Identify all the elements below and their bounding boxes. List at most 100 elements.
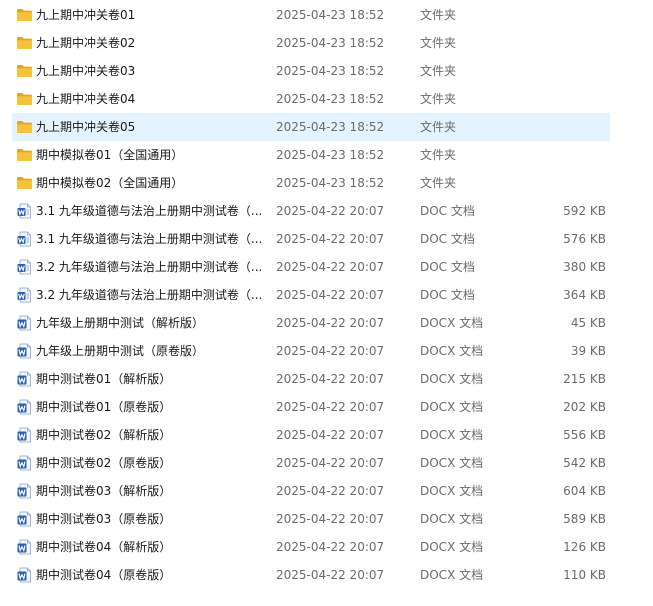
file-modified-date: 2025-04-23 18:52 [276,64,385,78]
file-name: 期中模拟卷01（全国通用） [36,148,184,162]
word-docx-icon [16,483,33,499]
file-type: 文件夹 [420,64,457,78]
file-row[interactable]: 期中测试卷01（原卷版） 2025-04-22 20:07 DOCX 文档 202 K… [12,393,610,421]
word-doc-icon [16,287,33,303]
file-type: DOCX 文档 [420,428,484,442]
file-type: DOCX 文档 [420,400,484,414]
word-docx-icon [16,455,33,471]
file-modified-date: 2025-04-22 20:07 [276,484,385,498]
file-size: 110 KB [563,568,606,582]
file-type: DOCX 文档 [420,316,484,330]
word-docx-icon [16,567,33,583]
file-type: 文件夹 [420,92,457,106]
word-docx-icon [16,539,33,555]
file-size: 39 KB [570,344,606,358]
file-name: 3.1 九年级道德与法治上册期中测试卷（... [36,204,263,218]
file-type: DOCX 文档 [420,344,484,358]
file-name: 九上期中冲关卷05 [36,120,136,134]
file-row[interactable]: 九上期中冲关卷01 2025-04-23 18:52 文件夹 [12,1,610,29]
file-row[interactable]: 期中测试卷03（原卷版） 2025-04-22 20:07 DOCX 文档 589 K… [12,505,610,533]
file-row[interactable]: 期中测试卷04（原卷版） 2025-04-22 20:07 DOCX 文档 110 K… [12,561,610,589]
file-type: 文件夹 [420,36,457,50]
file-type: 文件夹 [420,120,457,134]
file-name: 3.2 九年级道德与法治上册期中测试卷（... [36,260,263,274]
file-name: 期中测试卷03（原卷版） [36,512,172,526]
file-modified-date: 2025-04-22 20:07 [276,288,385,302]
file-size: 380 KB [563,260,606,274]
file-row[interactable]: 九年级上册期中测试（解析版） 2025-04-22 20:07 DOCX 文档 45 … [12,309,610,337]
file-modified-date: 2025-04-22 20:07 [276,400,385,414]
file-row[interactable]: 九上期中冲关卷05 2025-04-23 18:52 文件夹 [12,113,610,141]
file-name: 期中测试卷02（原卷版） [36,456,172,470]
file-name: 九上期中冲关卷01 [36,8,136,22]
file-size: 556 KB [563,428,606,442]
word-docx-icon [16,315,33,331]
file-type: DOCX 文档 [420,456,484,470]
file-size: 592 KB [563,204,606,218]
file-row[interactable]: 3.1 九年级道德与法治上册期中测试卷（... 2025-04-22 20:07 D… [12,197,610,225]
file-modified-date: 2025-04-22 20:07 [276,372,385,386]
file-modified-date: 2025-04-23 18:52 [276,8,385,22]
file-modified-date: 2025-04-23 18:52 [276,92,385,106]
file-row[interactable]: 期中测试卷03（解析版） 2025-04-22 20:07 DOCX 文档 604 K… [12,477,610,505]
file-row[interactable]: 九年级上册期中测试（原卷版） 2025-04-22 20:07 DOCX 文档 39 … [12,337,610,365]
word-docx-icon [16,399,33,415]
word-docx-icon [16,427,33,443]
file-row[interactable]: 九上期中冲关卷02 2025-04-23 18:52 文件夹 [12,29,610,57]
folder-icon [16,175,33,191]
file-name: 九上期中冲关卷04 [36,92,136,106]
file-type: DOCX 文档 [420,540,484,554]
file-size: 542 KB [563,456,606,470]
file-name: 九年级上册期中测试（原卷版） [36,344,205,358]
folder-icon [16,119,33,135]
file-modified-date: 2025-04-22 20:07 [276,232,385,246]
file-row[interactable]: 九上期中冲关卷04 2025-04-23 18:52 文件夹 [12,85,610,113]
file-size: 604 KB [563,484,606,498]
file-type: DOC 文档 [420,288,475,302]
file-row[interactable]: 期中测试卷02（解析版） 2025-04-22 20:07 DOCX 文档 556 K… [12,421,610,449]
file-type: DOCX 文档 [420,568,484,582]
file-name: 期中测试卷01（解析版） [36,372,172,386]
file-modified-date: 2025-04-22 20:07 [276,316,385,330]
folder-icon [16,91,33,107]
file-row[interactable]: 九上期中冲关卷03 2025-04-23 18:52 文件夹 [12,57,610,85]
file-modified-date: 2025-04-22 20:07 [276,456,385,470]
file-modified-date: 2025-04-22 20:07 [276,260,385,274]
file-type: DOCX 文档 [420,512,484,526]
file-name: 期中测试卷02（解析版） [36,428,172,442]
file-type: 文件夹 [420,176,457,190]
word-doc-icon [16,259,33,275]
file-name: 九年级上册期中测试（解析版） [36,316,205,330]
folder-icon [16,63,33,79]
file-list: 九上期中冲关卷01 2025-04-23 18:52 文件夹 九上期中冲关卷02 20… [0,0,653,589]
file-row[interactable]: 期中测试卷02（原卷版） 2025-04-22 20:07 DOCX 文档 542 K… [12,449,610,477]
file-modified-date: 2025-04-22 20:07 [276,204,385,218]
file-row[interactable]: 3.2 九年级道德与法治上册期中测试卷（... 2025-04-22 20:07 D… [12,253,610,281]
file-row[interactable]: 3.1 九年级道德与法治上册期中测试卷（... 2025-04-22 20:07 D… [12,225,610,253]
folder-icon [16,7,33,23]
file-row[interactable]: 期中测试卷01（解析版） 2025-04-22 20:07 DOCX 文档 215 K… [12,365,610,393]
file-name: 期中测试卷04（原卷版） [36,568,172,582]
word-doc-icon [16,203,33,219]
folder-icon [16,35,33,51]
file-type: DOCX 文档 [420,484,484,498]
folder-icon [16,147,33,163]
file-row[interactable]: 期中模拟卷01（全国通用） 2025-04-23 18:52 文件夹 [12,141,610,169]
file-size: 45 KB [570,316,606,330]
file-modified-date: 2025-04-22 20:07 [276,344,385,358]
file-row[interactable]: 期中模拟卷02（全国通用） 2025-04-23 18:52 文件夹 [12,169,610,197]
file-name: 期中模拟卷02（全国通用） [36,176,184,190]
file-row[interactable]: 3.2 九年级道德与法治上册期中测试卷（... 2025-04-22 20:07 D… [12,281,610,309]
file-type: DOCX 文档 [420,372,484,386]
file-name: 3.1 九年级道德与法治上册期中测试卷（... [36,232,263,246]
file-type: DOC 文档 [420,232,475,246]
file-modified-date: 2025-04-22 20:07 [276,540,385,554]
file-row[interactable]: 期中测试卷04（解析版） 2025-04-22 20:07 DOCX 文档 126 K… [12,533,610,561]
file-name: 期中测试卷01（原卷版） [36,400,172,414]
file-name: 九上期中冲关卷03 [36,64,136,78]
file-modified-date: 2025-04-22 20:07 [276,568,385,582]
word-docx-icon [16,371,33,387]
file-name: 3.2 九年级道德与法治上册期中测试卷（... [36,288,263,302]
file-size: 589 KB [563,512,606,526]
file-modified-date: 2025-04-23 18:52 [276,176,385,190]
